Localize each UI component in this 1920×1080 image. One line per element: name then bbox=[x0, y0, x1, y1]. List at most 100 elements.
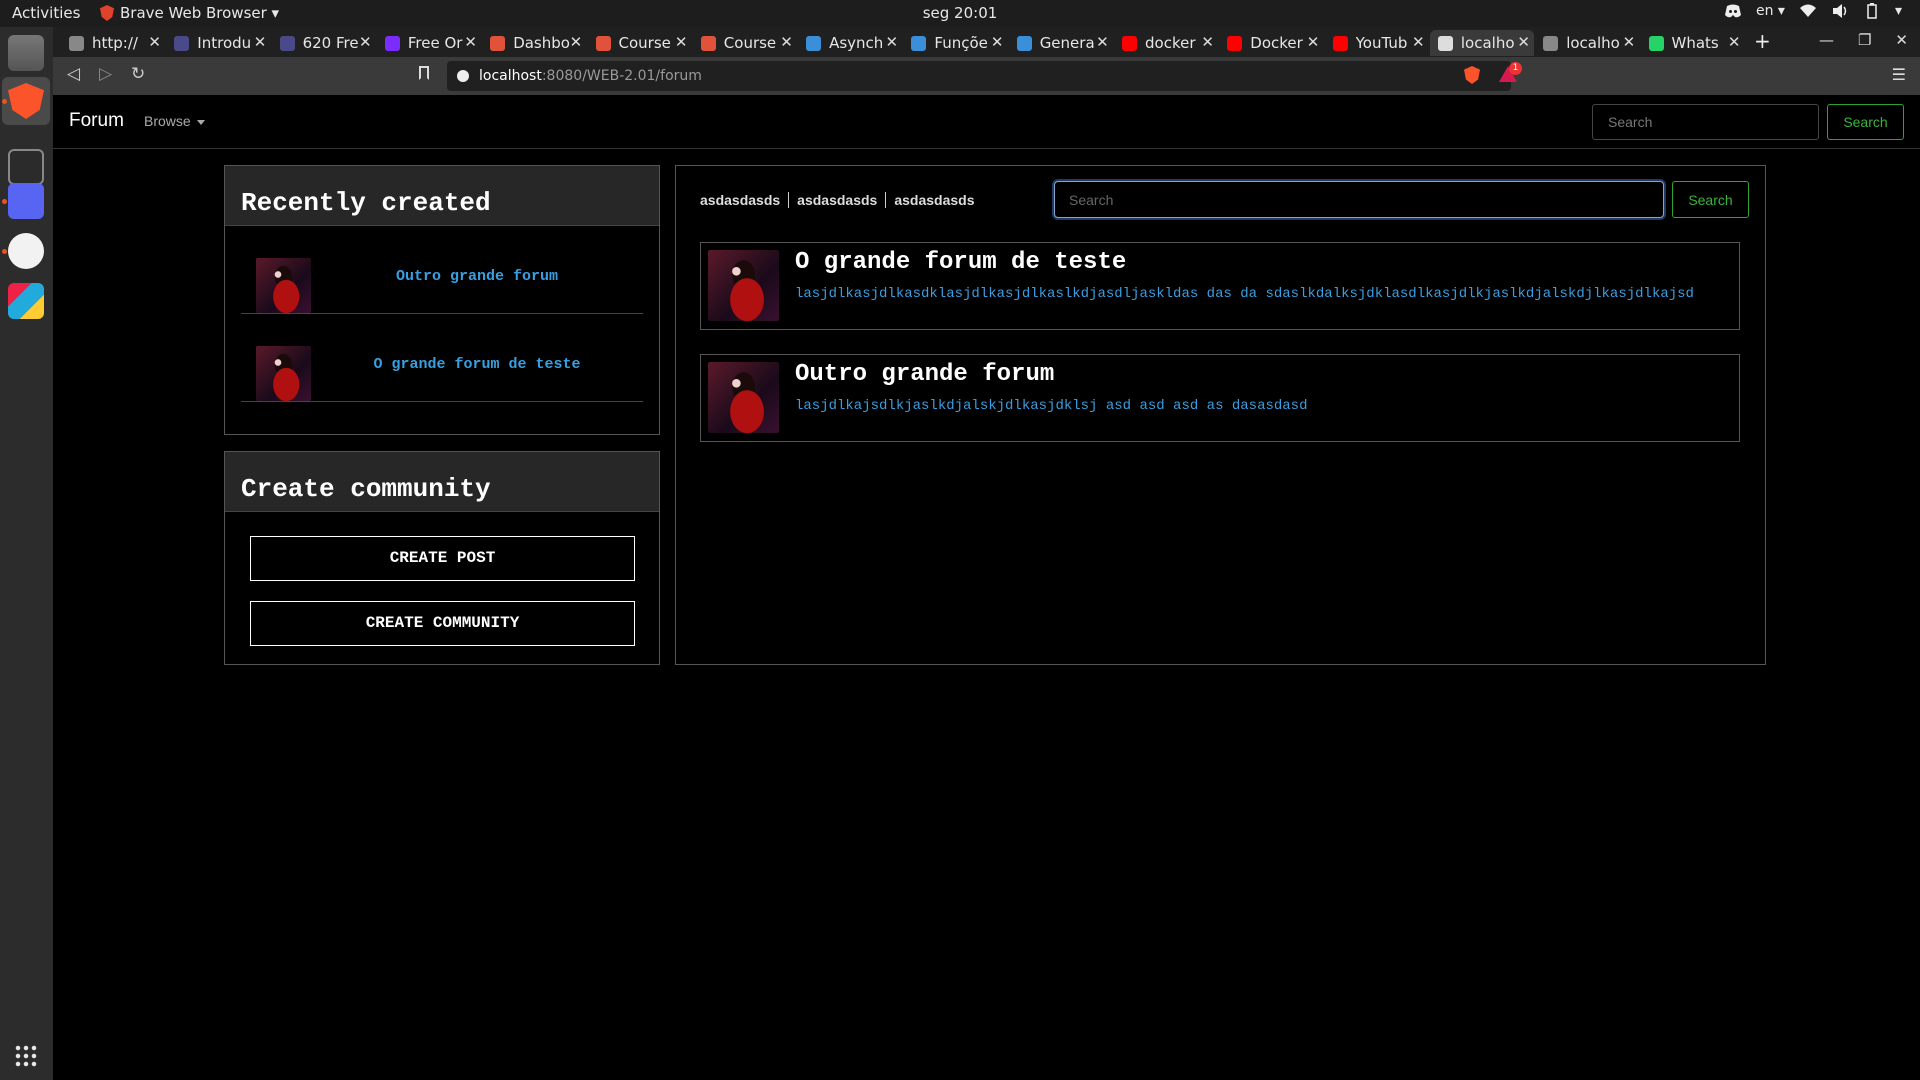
maximize-button[interactable]: ❐ bbox=[1858, 31, 1871, 49]
text-editor-icon[interactable] bbox=[8, 233, 44, 269]
browser-tab[interactable]: Dashbo ✕ bbox=[482, 30, 586, 56]
forum-link[interactable]: Outro grande forum bbox=[311, 268, 643, 285]
forum-thumbnail[interactable] bbox=[256, 258, 311, 313]
bookmark-icon[interactable] bbox=[419, 66, 429, 80]
wifi-icon[interactable] bbox=[1799, 3, 1817, 19]
navbar-search-button[interactable]: Search bbox=[1827, 104, 1904, 140]
list-item[interactable]: Outro grande forum bbox=[241, 226, 643, 314]
tab-favicon-icon bbox=[1016, 35, 1032, 51]
volume-icon[interactable] bbox=[1831, 3, 1849, 19]
tab-close-icon[interactable]: ✕ bbox=[570, 33, 583, 51]
forum-title[interactable]: O grande forum de teste bbox=[795, 249, 1126, 276]
running-indicator bbox=[2, 199, 7, 204]
tab-favicon-icon bbox=[279, 35, 295, 51]
create-community-heading: Create community bbox=[241, 474, 491, 504]
create-community-button[interactable]: CREATE COMMUNITY bbox=[250, 601, 635, 646]
battery-icon[interactable] bbox=[1863, 3, 1881, 19]
app-icon[interactable] bbox=[8, 283, 44, 319]
browser-tab[interactable]: docker ✕ bbox=[1114, 30, 1218, 56]
browser-tab[interactable]: Introdu ✕ bbox=[166, 30, 270, 56]
brave-icon bbox=[100, 5, 114, 21]
browse-dropdown[interactable]: Browse bbox=[144, 113, 205, 129]
tag-link[interactable]: asdasdasds bbox=[885, 192, 982, 208]
tab-close-icon[interactable]: ✕ bbox=[1096, 33, 1109, 51]
browser-tab[interactable]: Genera ✕ bbox=[1009, 30, 1113, 56]
browser-tab[interactable]: Free Or ✕ bbox=[377, 30, 481, 56]
power-menu-icon[interactable]: ▾ bbox=[1895, 3, 1902, 19]
create-post-button[interactable]: CREATE POST bbox=[250, 536, 635, 581]
forum-search-button[interactable]: Search bbox=[1672, 181, 1749, 218]
forward-button[interactable]: ▷ bbox=[99, 64, 112, 84]
tab-close-icon[interactable]: ✕ bbox=[1728, 33, 1741, 51]
tab-close-icon[interactable]: ✕ bbox=[1517, 33, 1530, 51]
forum-thumbnail[interactable] bbox=[708, 362, 779, 433]
browser-tab[interactable]: Funçõe ✕ bbox=[903, 30, 1007, 56]
browser-tab[interactable]: Course ✕ bbox=[693, 30, 797, 56]
reload-button[interactable]: ↻ bbox=[131, 64, 145, 84]
minimize-button[interactable]: — bbox=[1819, 31, 1834, 49]
tab-close-icon[interactable]: ✕ bbox=[991, 33, 1004, 51]
tab-close-icon[interactable]: ✕ bbox=[148, 33, 161, 51]
tab-close-icon[interactable]: ✕ bbox=[1623, 33, 1636, 51]
browser-tab[interactable]: Course ✕ bbox=[588, 30, 692, 56]
tab-close-icon[interactable]: ✕ bbox=[675, 33, 688, 51]
recently-created-heading: Recently created bbox=[241, 188, 491, 218]
tab-close-icon[interactable]: ✕ bbox=[1201, 33, 1214, 51]
browser-tab[interactable]: Whats ✕ bbox=[1641, 30, 1745, 56]
browser-tab[interactable]: Docker ✕ bbox=[1219, 30, 1323, 56]
back-button[interactable]: ◁ bbox=[67, 64, 80, 84]
language-indicator[interactable]: en ▾ bbox=[1756, 3, 1785, 19]
site-info-icon[interactable] bbox=[457, 70, 469, 82]
forum-card[interactable]: O grande forum de teste lasjdlkasjdlkasd… bbox=[700, 242, 1740, 330]
tab-close-icon[interactable]: ✕ bbox=[359, 33, 372, 51]
navbar-search-input[interactable] bbox=[1592, 104, 1819, 140]
show-applications-icon[interactable] bbox=[14, 1044, 38, 1068]
hamburger-menu-icon[interactable]: ☰ bbox=[1892, 65, 1906, 84]
tab-close-icon[interactable]: ✕ bbox=[1412, 33, 1425, 51]
address-bar[interactable]: localhost:8080/WEB-2.01/forum bbox=[447, 61, 1511, 91]
tag-link[interactable]: asdasdasds bbox=[700, 192, 788, 208]
browser-tab[interactable]: localho ✕ bbox=[1429, 30, 1534, 56]
forum-thumbnail[interactable] bbox=[708, 250, 779, 321]
new-tab-button[interactable]: + bbox=[1754, 29, 1771, 53]
browser-tab[interactable]: 620 Fre ✕ bbox=[272, 30, 376, 56]
activities-button[interactable]: Activities bbox=[12, 4, 80, 22]
discord-icon[interactable] bbox=[8, 183, 44, 219]
dock bbox=[0, 27, 53, 1080]
tab-favicon-icon bbox=[174, 35, 190, 51]
files-icon[interactable] bbox=[8, 35, 44, 71]
browser-tab[interactable]: localho ✕ bbox=[1535, 30, 1639, 56]
brand-link[interactable]: Forum bbox=[69, 110, 124, 132]
browser-tab[interactable]: http:// ✕ bbox=[61, 30, 165, 56]
clock[interactable]: seg 20:01 bbox=[923, 4, 998, 22]
system-tray[interactable]: en ▾ ▾ bbox=[1724, 3, 1902, 19]
recently-created-card: Recently created Outro grande forum O gr… bbox=[224, 165, 660, 435]
tab-close-icon[interactable]: ✕ bbox=[254, 33, 267, 51]
browser-tab[interactable]: YouTub ✕ bbox=[1325, 30, 1429, 56]
list-item[interactable]: O grande forum de teste bbox=[241, 314, 643, 402]
tab-title: Asynch bbox=[829, 34, 884, 52]
forum-thumbnail[interactable] bbox=[256, 346, 311, 401]
forum-card[interactable]: Outro grande forum lasjdlkajsdlkjaslkdja… bbox=[700, 354, 1740, 442]
tab-close-icon[interactable]: ✕ bbox=[464, 33, 477, 51]
tab-close-icon[interactable]: ✕ bbox=[886, 33, 899, 51]
forum-link[interactable]: O grande forum de teste bbox=[311, 356, 643, 373]
tab-close-icon[interactable]: ✕ bbox=[1307, 33, 1320, 51]
tag-link[interactable]: asdasdasds bbox=[788, 192, 885, 208]
forum-description: lasjdlkajsdlkjaslkdjalskjdlkasjdklsj asd… bbox=[795, 398, 1308, 414]
tab-title: Genera bbox=[1039, 34, 1095, 52]
tab-favicon-icon bbox=[700, 35, 716, 51]
discord-tray-icon[interactable] bbox=[1724, 3, 1742, 19]
app-menu[interactable]: Brave Web Browser ▾ bbox=[100, 4, 279, 22]
browser-tab[interactable]: Asynch ✕ bbox=[798, 30, 902, 56]
terminal-icon[interactable] bbox=[8, 149, 44, 185]
recent-list: Outro grande forum O grande forum de tes… bbox=[225, 226, 659, 402]
app-menu-label: Brave Web Browser ▾ bbox=[120, 4, 280, 22]
tab-title: Course bbox=[723, 34, 777, 52]
tab-favicon-icon bbox=[595, 35, 611, 51]
tab-close-icon[interactable]: ✕ bbox=[780, 33, 793, 51]
forum-title[interactable]: Outro grande forum bbox=[795, 361, 1054, 388]
tab-favicon-icon bbox=[1227, 35, 1243, 51]
forum-search-input[interactable] bbox=[1054, 181, 1664, 218]
close-window-button[interactable]: ✕ bbox=[1895, 31, 1908, 49]
